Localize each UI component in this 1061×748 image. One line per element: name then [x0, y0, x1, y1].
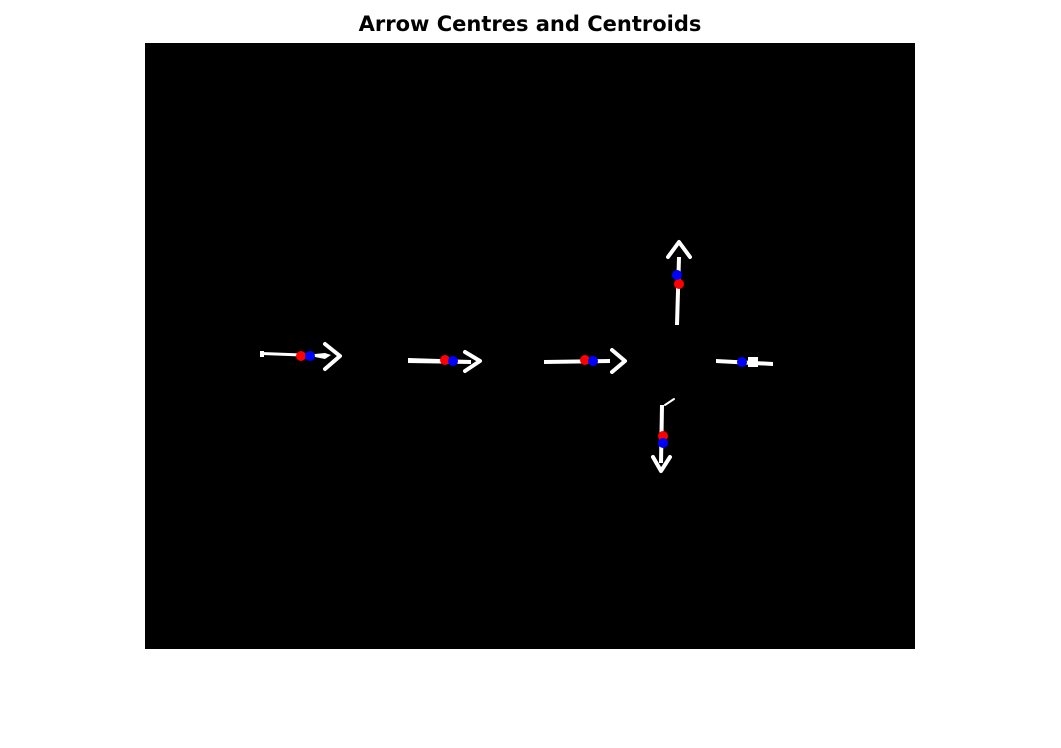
- centroid-marker: [588, 356, 598, 366]
- image-axes: [145, 43, 915, 649]
- centroid-marker: [737, 357, 747, 367]
- centroid-marker: [672, 270, 682, 280]
- image-background: [145, 43, 915, 649]
- centroid-marker: [448, 356, 458, 366]
- figure-title: Arrow Centres and Centroids: [358, 12, 702, 36]
- centre-marker: [674, 279, 684, 289]
- binary-image: [145, 43, 915, 649]
- centre-marker: [296, 351, 306, 361]
- centroid-marker: [658, 438, 668, 448]
- centroid-marker: [305, 351, 315, 361]
